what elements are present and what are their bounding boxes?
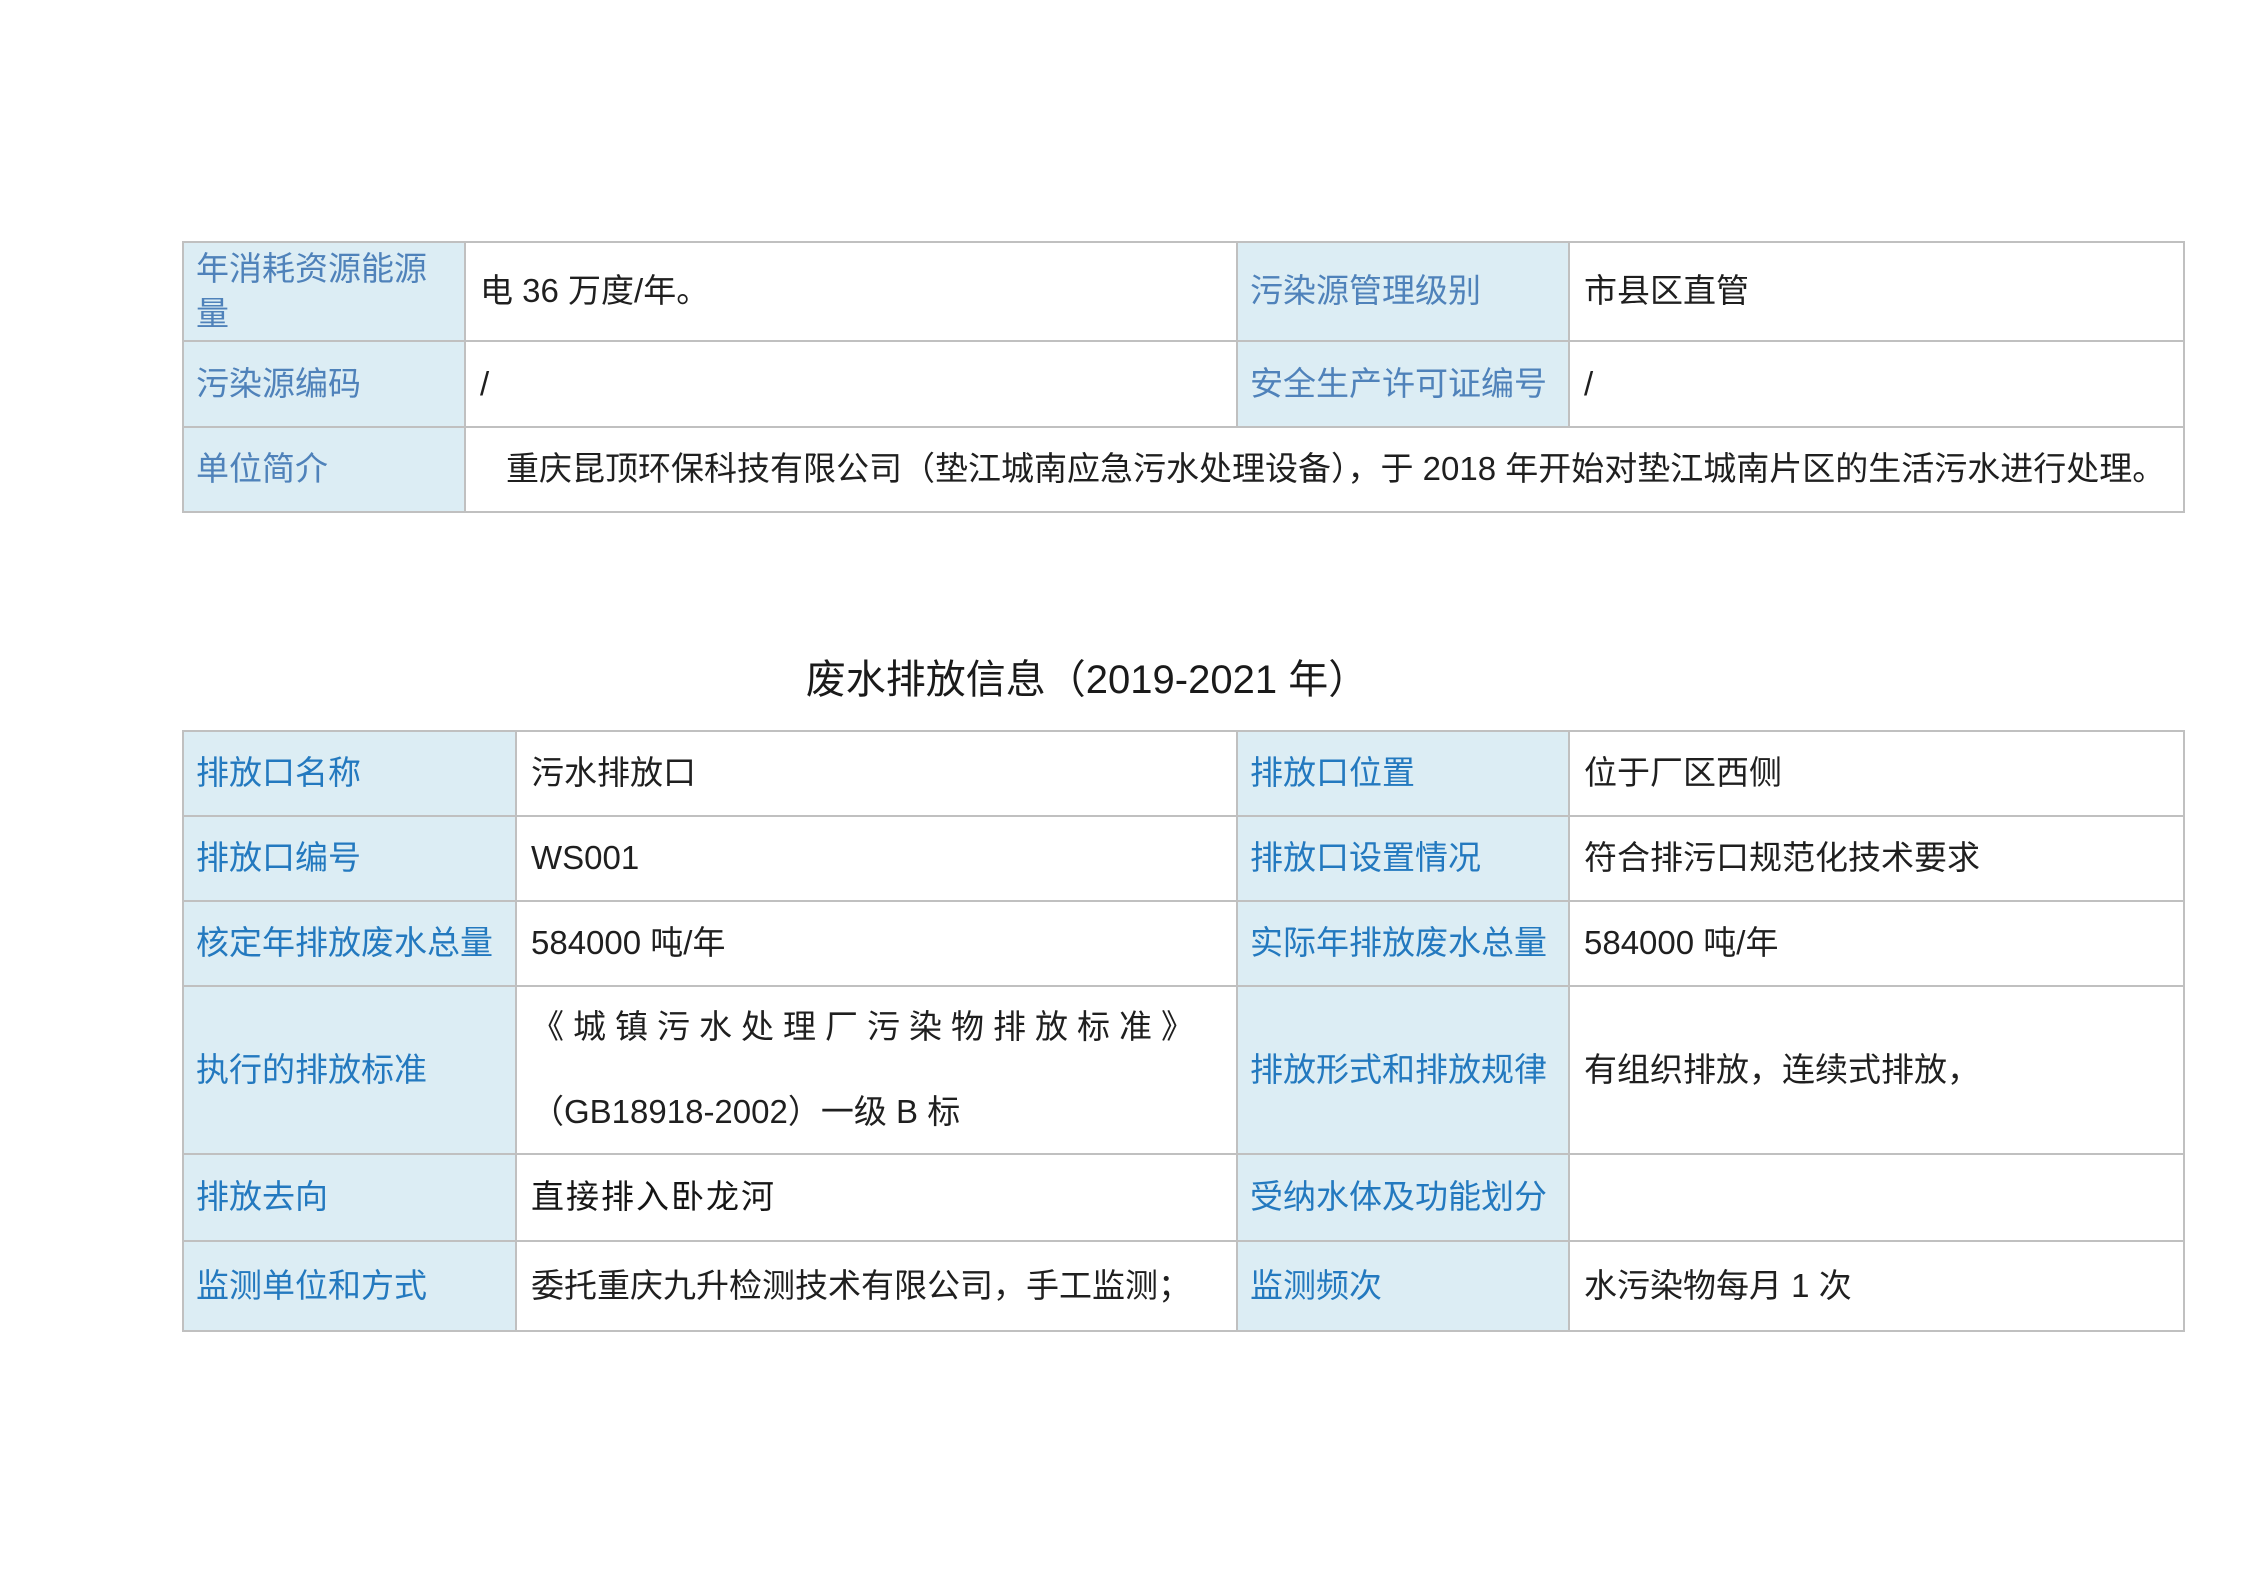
discharge-form-pattern-label: 排放形式和排放规律 — [1237, 986, 1569, 1154]
pollution-source-code-label: 污染源编码 — [183, 341, 465, 427]
outlet-setup-status-value: 符合排污口规范化技术要求 — [1569, 816, 2184, 901]
actual-annual-wastewater-value: 584000 吨/年 — [1569, 901, 2184, 986]
monitoring-unit-method-label: 监测单位和方式 — [183, 1241, 516, 1331]
monitoring-frequency-value: 水污染物每月 1 次 — [1569, 1241, 2184, 1331]
company-profile-value: 重庆昆顶环保科技有限公司（垫江城南应急污水处理设备），于 2018 年开始对垫江… — [465, 427, 2184, 512]
receiving-water-body-label: 受纳水体及功能划分 — [1237, 1154, 1569, 1241]
table-row: 核定年排放废水总量 584000 吨/年 实际年排放废水总量 584000 吨/… — [183, 901, 2184, 986]
outlet-setup-status-label: 排放口设置情况 — [1237, 816, 1569, 901]
approved-annual-wastewater-label: 核定年排放废水总量 — [183, 901, 516, 986]
discharge-destination-label: 排放去向 — [183, 1154, 516, 1241]
pollution-source-admin-level-label: 污染源管理级别 — [1237, 242, 1569, 341]
discharge-standard-label: 执行的排放标准 — [183, 986, 516, 1154]
approved-annual-wastewater-value: 584000 吨/年 — [516, 901, 1237, 986]
discharge-standard-line1: 《城镇污水处理厂污染物排放标准》 — [531, 1005, 1224, 1050]
safety-production-permit-value: / — [1569, 341, 2184, 427]
actual-annual-wastewater-label: 实际年排放废水总量 — [1237, 901, 1569, 986]
safety-production-permit-label: 安全生产许可证编号 — [1237, 341, 1569, 427]
outlet-location-label: 排放口位置 — [1237, 731, 1569, 816]
pollution-source-code-value: / — [465, 341, 1237, 427]
monitoring-frequency-label: 监测频次 — [1237, 1241, 1569, 1331]
annual-energy-consumption-value: 电 36 万度/年。 — [465, 242, 1237, 341]
table-row: 排放口编号 WS001 排放口设置情况 符合排污口规范化技术要求 — [183, 816, 2184, 901]
pollution-source-admin-level-value: 市县区直管 — [1569, 242, 2184, 341]
receiving-water-body-value — [1569, 1154, 2184, 1241]
outlet-number-value: WS001 — [516, 816, 1237, 901]
company-profile-label: 单位简介 — [183, 427, 465, 512]
wastewater-discharge-table: 排放口名称 污水排放口 排放口位置 位于厂区西侧 排放口编号 WS001 排放口… — [182, 730, 2185, 1332]
discharge-form-pattern-value: 有组织排放，连续式排放， — [1569, 986, 2184, 1154]
discharge-destination-value: 直接排入卧龙河 — [516, 1154, 1237, 1241]
outlet-location-value: 位于厂区西侧 — [1569, 731, 2184, 816]
table-row: 排放去向 直接排入卧龙河 受纳水体及功能划分 — [183, 1154, 2184, 1241]
table-row: 单位简介 重庆昆顶环保科技有限公司（垫江城南应急污水处理设备），于 2018 年… — [183, 427, 2184, 512]
outlet-name-label: 排放口名称 — [183, 731, 516, 816]
table-row: 监测单位和方式 委托重庆九升检测技术有限公司，手工监测； 监测频次 水污染物每月… — [183, 1241, 2184, 1331]
monitoring-unit-method-value: 委托重庆九升检测技术有限公司，手工监测； — [516, 1241, 1237, 1331]
outlet-name-value: 污水排放口 — [516, 731, 1237, 816]
outlet-number-label: 排放口编号 — [183, 816, 516, 901]
section-title-wastewater-discharge: 废水排放信息（2019-2021 年） — [0, 652, 2174, 708]
table-row: 年消耗资源能源量 电 36 万度/年。 污染源管理级别 市县区直管 — [183, 242, 2184, 341]
document-page: 年消耗资源能源量 电 36 万度/年。 污染源管理级别 市县区直管 污染源编码 … — [0, 0, 2245, 1587]
discharge-standard-line2: （GB18918-2002）一级 B 标 — [531, 1090, 1224, 1135]
table-row: 排放口名称 污水排放口 排放口位置 位于厂区西侧 — [183, 731, 2184, 816]
table-row: 执行的排放标准 《城镇污水处理厂污染物排放标准》 （GB18918-2002）一… — [183, 986, 2184, 1154]
discharge-standard-value: 《城镇污水处理厂污染物排放标准》 （GB18918-2002）一级 B 标 — [516, 986, 1237, 1154]
table-row: 污染源编码 / 安全生产许可证编号 / — [183, 341, 2184, 427]
pollution-source-info-table: 年消耗资源能源量 电 36 万度/年。 污染源管理级别 市县区直管 污染源编码 … — [182, 241, 2185, 513]
annual-energy-consumption-label: 年消耗资源能源量 — [183, 242, 465, 341]
